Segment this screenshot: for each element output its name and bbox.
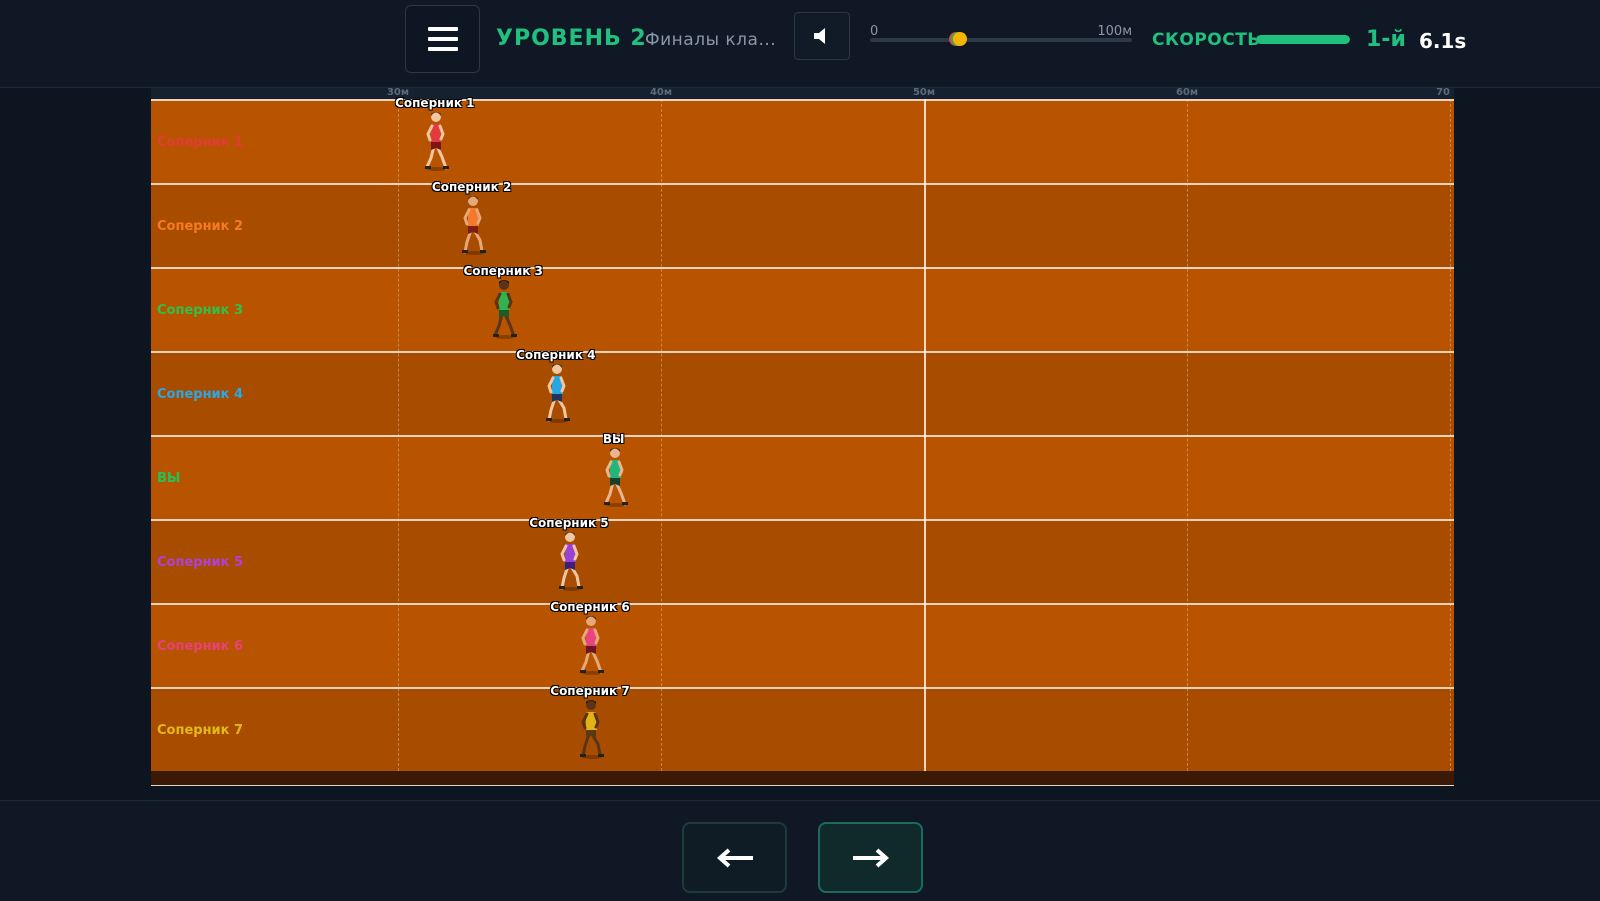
menu-button[interactable] — [405, 5, 480, 73]
runner-sprite — [579, 616, 604, 675]
hamburger-icon — [427, 27, 458, 51]
lane: Соперник 7 — [151, 687, 1454, 771]
lane: Соперник 6 — [151, 603, 1454, 687]
lane: Соперник 4 — [151, 351, 1454, 435]
lane-label: Соперник 7 — [157, 723, 244, 738]
distance-label: 70 — [1436, 88, 1450, 98]
top-bar: УРОВЕНЬ 2 Финалы кла... 0 100м СКОРОСТЬ … — [0, 0, 1600, 88]
lane-label: Соперник 5 — [157, 555, 244, 570]
lane-label: Соперник 2 — [157, 219, 244, 234]
lane-label: Соперник 4 — [157, 387, 244, 402]
lane-label: Соперник 3 — [157, 303, 244, 318]
race-position: 1-й — [1366, 27, 1406, 52]
sound-button[interactable] — [794, 12, 850, 60]
distance-line — [398, 99, 399, 771]
runner-sprite — [493, 280, 518, 339]
speed-meter-fill — [1256, 35, 1350, 44]
track-bottom-edge — [151, 785, 1454, 786]
race-track: 30м 40м 50м 60м 70 Соперник 1 Соперник 2 Сопер… — [151, 88, 1454, 786]
distance-ruler: 30м 40м 50м 60м 70 — [151, 88, 1454, 99]
speed-label: СКОРОСТЬ — [1152, 30, 1261, 50]
distance-line — [1450, 99, 1451, 771]
distance-line — [1187, 99, 1188, 771]
lane: Соперник 2 — [151, 183, 1454, 267]
race-timer: 6.1s — [1419, 29, 1467, 53]
distance-label: 50м — [912, 88, 936, 98]
runner-sprite — [558, 532, 583, 591]
lane-label: Соперник 6 — [157, 639, 244, 654]
progress-start-label: 0 — [870, 24, 879, 39]
arrow-right-icon — [852, 848, 889, 867]
runner-sprite — [603, 448, 628, 507]
runner-sprite — [545, 364, 570, 423]
speaker-icon — [814, 28, 825, 44]
back-button[interactable] — [682, 822, 787, 893]
runner-sprite — [579, 700, 604, 759]
lane-label: ВЫ — [157, 471, 181, 486]
lane: ВЫ — [151, 435, 1454, 519]
speed-meter — [1256, 35, 1350, 44]
halfway-line — [924, 99, 926, 771]
level-label: УРОВЕНЬ 2 — [496, 26, 647, 51]
arrow-left-icon — [716, 848, 753, 867]
runner-sprite — [424, 112, 449, 171]
progress-end-label: 100м — [1097, 24, 1132, 39]
distance-label: 40м — [649, 88, 673, 98]
next-button[interactable] — [818, 822, 923, 893]
bottom-bar — [0, 800, 1600, 901]
runner-sprite — [461, 196, 486, 255]
lane: Соперник 5 — [151, 519, 1454, 603]
lane: Соперник 1 — [151, 99, 1454, 183]
race-progress: 0 100м — [870, 22, 1132, 52]
event-subtitle: Финалы кла... — [645, 30, 777, 50]
progress-track — [870, 38, 1132, 42]
lane-label: Соперник 1 — [157, 135, 244, 150]
progress-marker — [953, 32, 968, 46]
distance-label: 60м — [1175, 88, 1199, 98]
lane: Соперник 3 — [151, 267, 1454, 351]
distance-line — [661, 99, 662, 771]
